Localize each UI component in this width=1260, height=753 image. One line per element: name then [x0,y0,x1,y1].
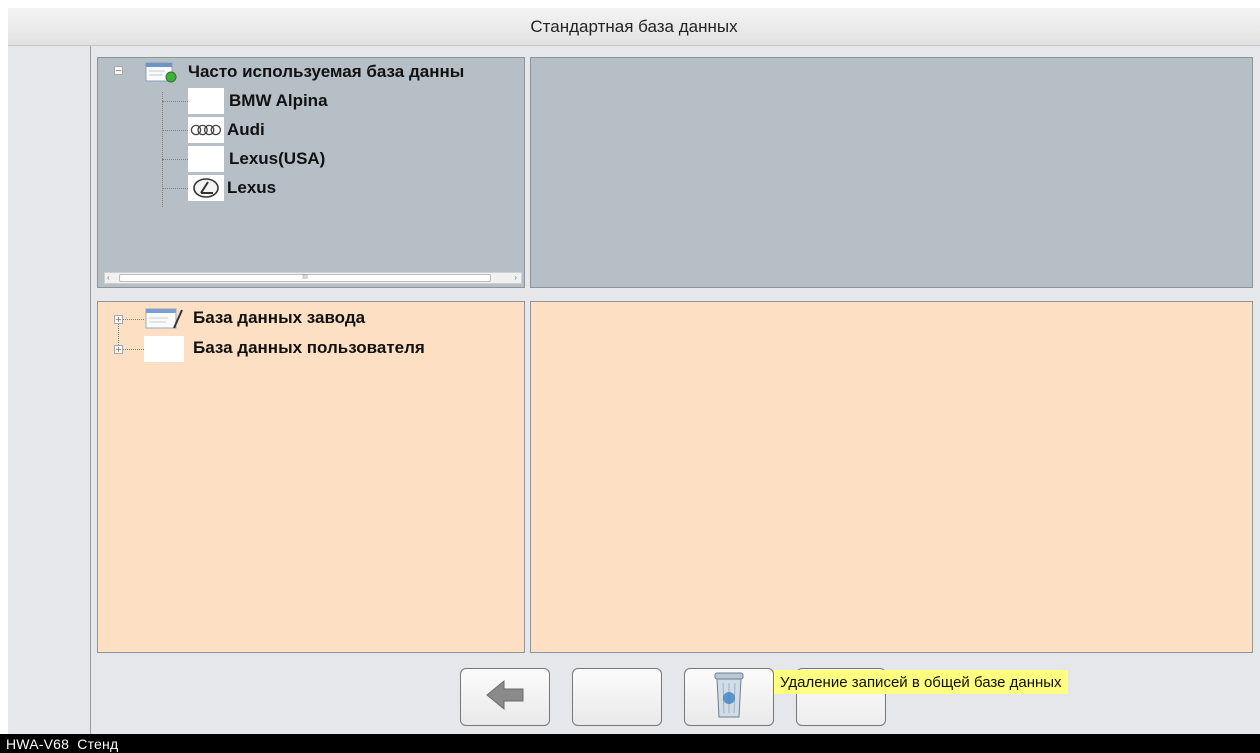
tree-item-label: Lexus(USA) [229,149,326,168]
window-title-bar: Стандартная база данных [8,8,1260,46]
trash-bin-icon [712,671,746,724]
tree-item-label: Audi [227,120,265,139]
lexus-emblem-icon [188,175,224,201]
database-folder-icon [145,61,179,83]
delete-tooltip: Удаление записей в общей базе данных [774,670,1068,694]
delete-tooltip-text: Удаление записей в общей базе данных [780,673,1062,691]
tree-connector-line [162,101,188,102]
arrow-left-icon [484,678,526,717]
user-database-label: База данных пользователя [193,338,425,357]
tree-expand-toggle[interactable]: + [114,345,123,354]
tree-collapse-toggle[interactable]: − [114,66,123,75]
main-content: − Часто используемая база данны BMW Alpi… [91,46,1260,734]
window-title: Стандартная база данных [530,16,738,36]
status-bar: HWA-V68 Стенд [0,734,1260,753]
scrollbar-thumb-grip: III [302,274,308,281]
audi-rings-icon [188,117,224,143]
factory-database-label: База данных завода [193,308,366,327]
database-source-detail-panel [530,301,1253,653]
tree-horizontal-scrollbar[interactable]: ‹ III › [104,272,522,284]
database-edit-icon [144,306,186,330]
frequent-database-root-label[interactable]: Часто используемая база данны [188,62,464,82]
empty-button[interactable] [572,668,662,726]
tree-item-label: Lexus [227,178,277,197]
tree-expand-toggle[interactable]: + [114,315,123,324]
status-bar-text: HWA-V68 Стенд [6,735,119,752]
tree-connector-line [162,159,188,160]
scroll-right-icon[interactable]: › [514,273,517,283]
scroll-left-icon[interactable]: ‹ [107,273,110,283]
tree-connector-line [122,319,144,320]
brand-logo-blank [188,88,224,114]
tree-connector-line [162,188,188,189]
scrollbar-thumb[interactable]: III [119,274,491,282]
brand-logo-blank [188,146,224,172]
frequent-database-tree-panel: − Часто используемая база данны BMW Alpi… [97,57,525,288]
left-sidebar-strip [8,46,91,734]
frequent-database-detail-panel [530,57,1253,288]
tree-connector-line [122,349,144,350]
delete-records-button[interactable] [684,668,774,726]
database-icon-blank [144,336,184,362]
tree-connector-line [162,92,163,207]
tree-item-label: BMW Alpina [229,91,328,110]
back-button[interactable] [460,668,550,726]
database-source-tree-panel: + База данных завода + База данных польз… [97,301,525,653]
tree-connector-line [162,130,188,131]
